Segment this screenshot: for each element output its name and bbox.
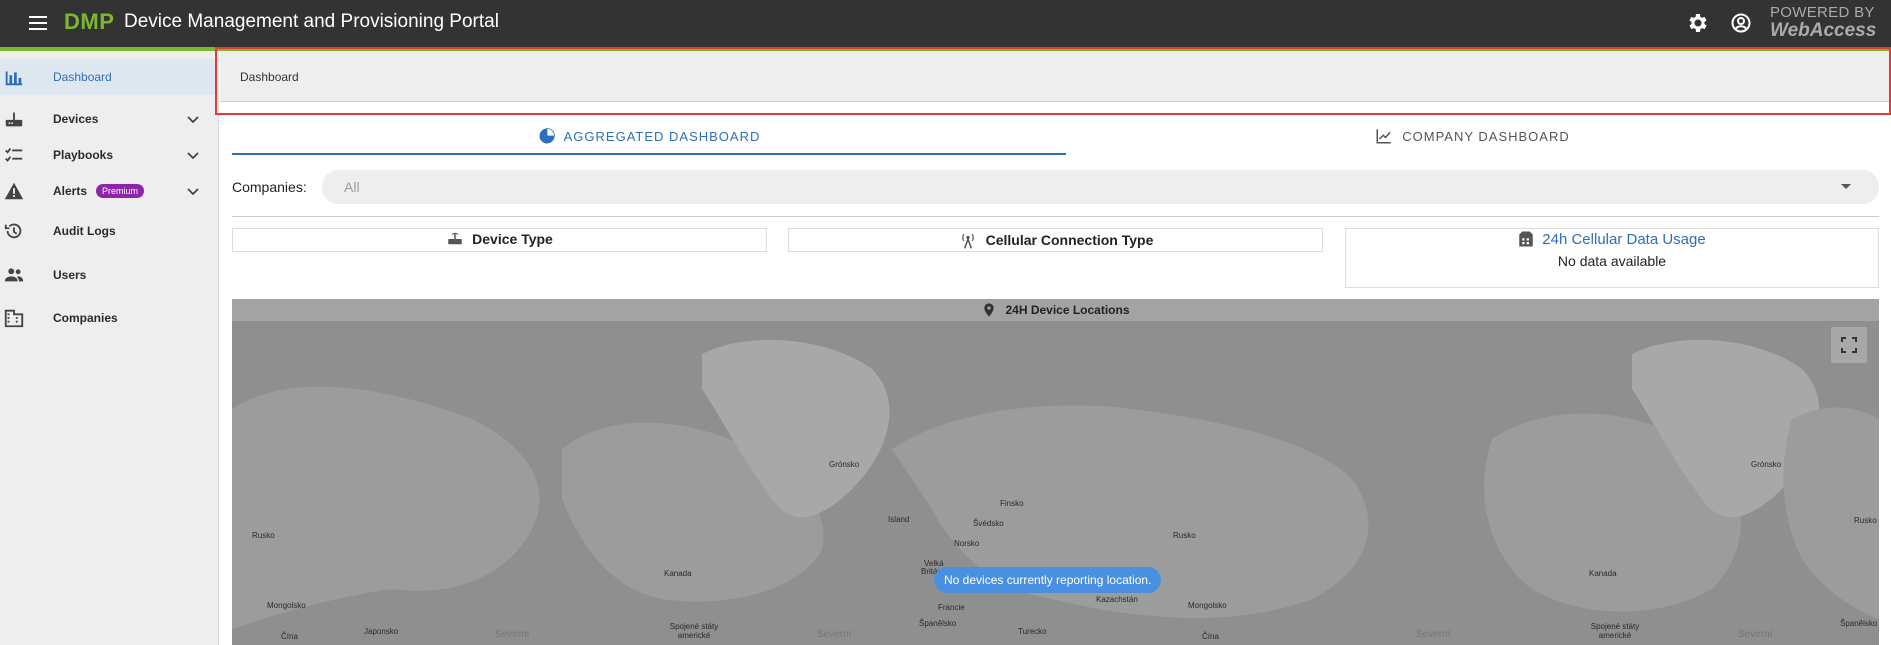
cellular-connection-card: Cellular Connection Type bbox=[788, 228, 1323, 252]
warning-icon bbox=[4, 182, 24, 200]
webaccess-logo-text: WebAccess bbox=[1770, 20, 1877, 41]
sidebar-item-label: Dashboard bbox=[53, 70, 112, 84]
breadcrumb bbox=[220, 51, 1891, 102]
people-icon bbox=[4, 268, 24, 282]
premium-badge: Premium bbox=[96, 184, 145, 198]
map-label: Severní bbox=[1416, 629, 1451, 640]
map-label: Grónsko bbox=[1751, 460, 1782, 469]
map-label: Rusko bbox=[252, 531, 275, 540]
sidebar-item-playbooks[interactable]: Playbooks bbox=[0, 137, 219, 173]
gear-icon[interactable] bbox=[1686, 11, 1710, 35]
map-label: Francie bbox=[938, 603, 965, 612]
map-label: Kanada bbox=[664, 569, 692, 578]
map-label: Spojené státy americké bbox=[1590, 622, 1640, 640]
tab-label: COMPANY DASHBOARD bbox=[1402, 128, 1570, 144]
card-title-link[interactable]: 24h Cellular Data Usage bbox=[1542, 231, 1705, 248]
sidebar-item-label: Devices bbox=[53, 112, 99, 126]
map-label: Turecko bbox=[1018, 627, 1047, 636]
history-icon bbox=[4, 223, 22, 239]
map-label: Grónsko bbox=[829, 460, 860, 469]
map-label: Kanada bbox=[1589, 569, 1617, 578]
filter-divider bbox=[232, 216, 1879, 217]
companies-filter-label: Companies: bbox=[232, 179, 307, 195]
map-header: 24H Device Locations bbox=[232, 299, 1879, 321]
brand-logo[interactable]: DMP bbox=[64, 9, 114, 35]
sidebar-item-label: Companies bbox=[53, 311, 118, 325]
map-label: Čína bbox=[281, 632, 298, 641]
chevron-down-icon[interactable] bbox=[185, 111, 201, 127]
card-title: Cellular Connection Type bbox=[985, 232, 1154, 248]
map-label: Finsko bbox=[1000, 499, 1024, 508]
sidebar: Dashboard Devices Playbooks Alerts Premi… bbox=[0, 51, 219, 645]
sidebar-item-label: Audit Logs bbox=[53, 224, 116, 238]
no-data-text: No data available bbox=[1557, 253, 1667, 269]
active-tab-indicator bbox=[232, 153, 1066, 155]
data-usage-card: 24h Cellular Data Usage No data availabl… bbox=[1345, 228, 1879, 288]
map-label: Švédsko bbox=[973, 519, 1004, 528]
fullscreen-icon bbox=[1841, 337, 1857, 353]
bar-chart-icon bbox=[5, 71, 23, 86]
no-locations-toast: No devices currently reporting location. bbox=[934, 567, 1162, 593]
chevron-down-icon[interactable] bbox=[185, 147, 201, 163]
sidebar-item-label: Alerts bbox=[53, 184, 88, 198]
map-label: Mongolsko bbox=[1188, 601, 1227, 610]
companies-select[interactable]: All bbox=[322, 170, 1879, 204]
tab-aggregated-dashboard[interactable]: AGGREGATED DASHBOARD bbox=[232, 116, 1066, 156]
sidebar-item-label: Playbooks bbox=[53, 148, 114, 162]
map-label: Španělsko bbox=[919, 619, 957, 628]
router-icon bbox=[448, 232, 462, 245]
menu-icon[interactable] bbox=[26, 12, 50, 36]
world-map-background bbox=[232, 321, 1879, 645]
checklist-icon bbox=[5, 148, 23, 162]
map-label: Severní bbox=[495, 629, 530, 640]
building-icon bbox=[4, 309, 24, 328]
map-title: 24H Device Locations bbox=[1005, 303, 1130, 317]
fullscreen-button[interactable] bbox=[1831, 327, 1867, 363]
map-label: Mongolsko bbox=[267, 601, 306, 610]
tab-label: AGGREGATED DASHBOARD bbox=[563, 128, 761, 144]
map-label: Island bbox=[888, 515, 910, 524]
top-app-bar: DMP Device Management and Provisioning P… bbox=[0, 0, 1891, 47]
map-label: Norsko bbox=[954, 539, 980, 548]
map-label: Španělsko bbox=[1840, 619, 1878, 628]
sidebar-item-dashboard[interactable]: Dashboard bbox=[0, 59, 219, 95]
map-label: Spojené státy americké bbox=[669, 622, 719, 640]
card-title: Device Type bbox=[472, 231, 553, 247]
sidebar-item-alerts[interactable]: Alerts Premium bbox=[0, 173, 219, 209]
line-chart-icon bbox=[1376, 129, 1391, 144]
map-label: Čína bbox=[1202, 632, 1219, 641]
sidebar-item-label: Users bbox=[53, 268, 87, 282]
app-title: Device Management and Provisioning Porta… bbox=[124, 11, 499, 32]
breadcrumb-current: Dashboard bbox=[240, 70, 299, 84]
sim-card-icon bbox=[1519, 231, 1534, 247]
cell-tower-icon bbox=[961, 233, 974, 249]
sidebar-item-devices[interactable]: Devices bbox=[0, 101, 219, 137]
chevron-down-icon[interactable] bbox=[185, 183, 201, 199]
map-label: Rusko bbox=[1854, 516, 1877, 525]
location-pin-icon bbox=[984, 303, 995, 317]
map-label: Japonsko bbox=[364, 627, 399, 636]
sidebar-item-companies[interactable]: Companies bbox=[0, 300, 219, 336]
map-label: Severní bbox=[1738, 629, 1773, 640]
account-circle-icon[interactable] bbox=[1729, 11, 1753, 35]
map-label: Rusko bbox=[1173, 531, 1196, 540]
sidebar-item-users[interactable]: Users bbox=[0, 257, 219, 293]
companies-select-value: All bbox=[344, 179, 360, 195]
pie-chart-icon bbox=[539, 128, 555, 144]
powered-by-logo: POWERED BY WebAccess bbox=[1770, 5, 1882, 40]
tab-company-dashboard[interactable]: COMPANY DASHBOARD bbox=[1066, 116, 1879, 156]
map-label: Kazachstán bbox=[1096, 595, 1138, 604]
device-type-card: Device Type bbox=[232, 228, 767, 252]
device-locations-map[interactable]: 24H Device Locations Grónsko Grónsko Rus… bbox=[232, 299, 1879, 645]
router-icon bbox=[5, 112, 23, 127]
dropdown-caret-icon bbox=[1841, 184, 1851, 189]
sidebar-item-audit-logs[interactable]: Audit Logs bbox=[0, 213, 219, 249]
powered-by-text: POWERED BY bbox=[1770, 4, 1875, 21]
map-label: Severní bbox=[817, 629, 852, 640]
